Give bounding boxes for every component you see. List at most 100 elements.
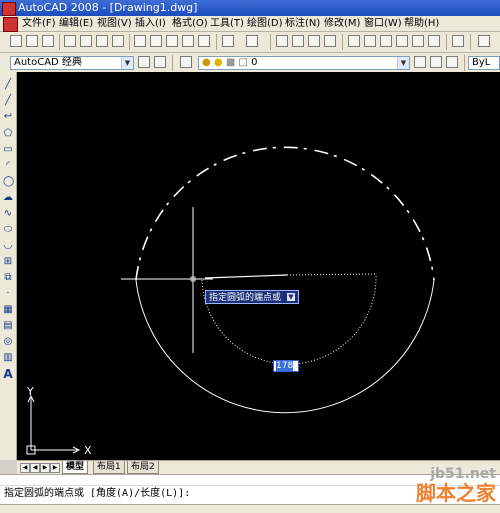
help-icon[interactable] bbox=[452, 35, 464, 47]
circle-upper-arc[interactable] bbox=[135, 146, 435, 281]
watermark: jb51.net 脚本之家 bbox=[416, 466, 496, 504]
dynamic-input-value[interactable]: 178 bbox=[276, 361, 294, 371]
insert-block-icon[interactable]: ⊞ bbox=[3, 257, 13, 267]
undo-icon[interactable] bbox=[222, 35, 234, 47]
workspace-value: AutoCAD 经典 bbox=[14, 57, 82, 68]
copy-icon[interactable] bbox=[150, 35, 162, 47]
workspace-save-icon[interactable] bbox=[154, 56, 166, 68]
ellipse-arc-icon[interactable]: ◡ bbox=[3, 241, 13, 251]
command-prompt[interactable]: 指定圆弧的端点或 [角度(A)/长度(L)]: bbox=[4, 487, 190, 501]
chevron-down-icon[interactable]: ▼ bbox=[121, 57, 133, 69]
tab-layout1[interactable]: 布局1 bbox=[93, 461, 125, 474]
workspace-settings-icon[interactable] bbox=[138, 56, 150, 68]
construction-line-icon[interactable]: ╱ bbox=[3, 96, 13, 106]
table-icon[interactable]: ▥ bbox=[3, 353, 13, 363]
toolbar-separator bbox=[270, 34, 271, 50]
sheet-set-icon[interactable] bbox=[396, 35, 408, 47]
menu-modify[interactable]: 修改(M) bbox=[322, 17, 362, 30]
menu-view[interactable]: 视图(V) bbox=[95, 17, 134, 30]
layer-select[interactable]: ● ● ■ □ 0 ▼ bbox=[198, 56, 410, 70]
gradient-icon[interactable]: ▤ bbox=[3, 321, 13, 331]
styles-icon[interactable] bbox=[478, 35, 490, 47]
standard-toolbar bbox=[0, 32, 500, 53]
zoom-window-icon[interactable] bbox=[308, 35, 320, 47]
chord-line bbox=[204, 274, 288, 279]
first-tab-icon[interactable]: ◀ bbox=[20, 463, 30, 473]
save-icon[interactable] bbox=[42, 35, 54, 47]
drawing-svg[interactable]: Y X bbox=[17, 72, 500, 460]
dynamic-input-field[interactable]: 178 bbox=[273, 360, 299, 372]
menu-format[interactable]: 格式(O) bbox=[170, 17, 210, 30]
ellipse-icon[interactable]: ⬭ bbox=[3, 225, 13, 235]
properties-icon[interactable] bbox=[348, 35, 360, 47]
markup-icon[interactable] bbox=[412, 35, 424, 47]
rectangle-icon[interactable]: ▭ bbox=[3, 145, 13, 155]
draw-toolbar: ╱ ╱ ↩ ⬠ ▭ ◜ ◯ ☁ ∿ ⬭ ◡ ⊞ ⧉ · ▦ ▤ ◎ ▥ A bbox=[0, 72, 17, 460]
tab-layout2[interactable]: 布局2 bbox=[127, 461, 159, 474]
design-center-icon[interactable] bbox=[364, 35, 376, 47]
open-icon[interactable] bbox=[26, 35, 38, 47]
circle-icon[interactable]: ◯ bbox=[3, 177, 14, 187]
menu-help[interactable]: 帮助(H) bbox=[402, 17, 441, 30]
calculator-icon[interactable] bbox=[428, 35, 440, 47]
block-editor-icon[interactable] bbox=[198, 35, 210, 47]
3d-dwf-icon[interactable] bbox=[112, 35, 124, 47]
layer-states-icon[interactable] bbox=[446, 56, 458, 68]
linetype-value: ByL bbox=[472, 57, 491, 68]
multiline-text-icon[interactable]: A bbox=[3, 368, 13, 380]
redo-icon[interactable] bbox=[246, 35, 258, 47]
watermark-url: jb51.net bbox=[430, 466, 496, 482]
menu-file[interactable]: 文件(F) bbox=[20, 17, 58, 30]
menu-tools[interactable]: 工具(T) bbox=[208, 17, 246, 30]
line-icon[interactable]: ╱ bbox=[3, 80, 13, 90]
polygon-icon[interactable]: ⬠ bbox=[3, 129, 13, 139]
spline-icon[interactable]: ∿ bbox=[3, 209, 13, 219]
region-icon[interactable]: ◎ bbox=[3, 337, 13, 347]
layer-previous-icon[interactable] bbox=[430, 56, 442, 68]
layer-manager-icon[interactable] bbox=[180, 56, 192, 68]
zoom-realtime-icon[interactable] bbox=[292, 35, 304, 47]
polyline-icon[interactable]: ↩ bbox=[3, 112, 13, 122]
zoom-previous-icon[interactable] bbox=[324, 35, 336, 47]
hatch-icon[interactable]: ▦ bbox=[3, 305, 13, 315]
paste-icon[interactable] bbox=[166, 35, 178, 47]
toolbar-separator bbox=[216, 34, 217, 50]
make-object-layer-current-icon[interactable] bbox=[414, 56, 426, 68]
options-down-arrow-icon[interactable]: ▼ bbox=[287, 293, 295, 301]
workspace-select[interactable]: AutoCAD 经典 ▼ bbox=[10, 56, 134, 70]
toolbar-separator bbox=[129, 34, 130, 50]
new-icon[interactable] bbox=[10, 35, 22, 47]
linetype-select[interactable]: ByL bbox=[468, 56, 500, 70]
menu-insert[interactable]: 插入(I) bbox=[133, 17, 168, 30]
revision-cloud-icon[interactable]: ☁ bbox=[3, 193, 13, 203]
chord-line-dotted bbox=[286, 273, 377, 276]
menu-edit[interactable]: 编辑(E) bbox=[57, 17, 95, 30]
menu-dimension[interactable]: 标注(N) bbox=[283, 17, 322, 30]
plot-preview-icon[interactable] bbox=[80, 35, 92, 47]
make-block-icon[interactable]: ⧉ bbox=[3, 273, 13, 283]
autocad-app-icon bbox=[2, 2, 16, 16]
dynamic-prompt-tooltip: 指定圆弧的端点或 ▼ bbox=[205, 290, 299, 304]
last-tab-icon[interactable]: ▶ bbox=[50, 463, 60, 473]
toolbar-separator bbox=[446, 34, 447, 50]
point-icon[interactable]: · bbox=[3, 289, 13, 299]
drawing-canvas[interactable]: Y X 指定圆弧的端点或 ▼ 178 bbox=[17, 72, 500, 460]
window-title: AutoCAD 2008 - [Drawing1.dwg] bbox=[18, 1, 198, 14]
cut-icon[interactable] bbox=[134, 35, 146, 47]
next-tab-icon[interactable]: ▶ bbox=[40, 463, 50, 473]
arc-icon[interactable]: ◜ bbox=[3, 161, 13, 171]
document-icon[interactable] bbox=[3, 17, 18, 32]
ucs-x-label: X bbox=[84, 444, 92, 457]
arc-preview bbox=[201, 273, 377, 365]
print-icon[interactable] bbox=[64, 35, 76, 47]
menu-draw[interactable]: 绘图(D) bbox=[245, 17, 285, 30]
chevron-down-icon[interactable]: ▼ bbox=[397, 57, 409, 69]
pan-icon[interactable] bbox=[276, 35, 288, 47]
match-properties-icon[interactable] bbox=[182, 35, 194, 47]
watermark-name: 脚本之家 bbox=[416, 481, 496, 505]
tab-model[interactable]: 模型 bbox=[62, 461, 89, 474]
tool-palettes-icon[interactable] bbox=[380, 35, 392, 47]
publish-icon[interactable] bbox=[96, 35, 108, 47]
menu-window[interactable]: 窗口(W) bbox=[362, 17, 404, 30]
prev-tab-icon[interactable]: ◀ bbox=[30, 463, 40, 473]
